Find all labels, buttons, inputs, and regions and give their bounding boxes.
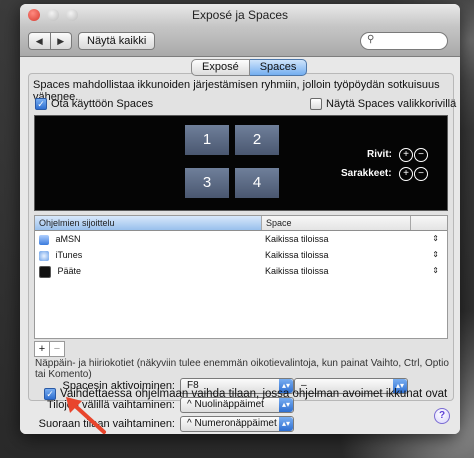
app-cell: iTunes [35, 247, 261, 263]
tab-spaces[interactable]: Spaces [249, 59, 308, 76]
enable-spaces-label: Ota käyttöön Spaces [51, 98, 154, 110]
minimize-window-button[interactable] [47, 9, 59, 21]
close-window-button[interactable] [28, 9, 40, 21]
show-in-menubar-row: Näytä Spaces valikkorivillä [310, 98, 456, 110]
amsn-icon [39, 234, 49, 245]
title-bar: Exposé ja Spaces [20, 4, 460, 26]
tab-expose[interactable]: Exposé [191, 59, 250, 76]
add-column-button[interactable]: + [399, 167, 413, 181]
show-in-menubar-label: Näytä Spaces valikkorivillä [326, 98, 457, 110]
rows-label: Rivit: [367, 149, 392, 160]
app-name: iTunes [55, 250, 83, 260]
switch-direct-label: Suoraan tilaan vaihtaminen: [38, 418, 175, 430]
table-row[interactable]: aMSN Kaikissa tiloissa ⇕ [35, 231, 447, 247]
add-app-button[interactable]: + [34, 341, 50, 357]
enable-spaces-checkbox[interactable]: ✓ [35, 98, 47, 110]
switch-between-label: Tilojen välillä vaihtaminen: [47, 399, 175, 411]
itunes-icon [39, 250, 49, 261]
space-cell[interactable]: Kaikissa tiloissa [261, 263, 409, 279]
tab-bar: Exposé Spaces [191, 59, 308, 76]
chevron-updown-icon[interactable]: ⇕ [432, 247, 439, 263]
window-title: Exposé ja Spaces [191, 8, 289, 22]
help-button[interactable]: ? [434, 408, 450, 424]
add-row-button[interactable]: + [399, 148, 413, 162]
zoom-window-button[interactable] [66, 9, 78, 21]
enable-spaces-row: ✓ Ota käyttöön Spaces [35, 98, 153, 110]
table-row[interactable]: iTunes Kaikissa tiloissa ⇕ [35, 247, 447, 263]
search-input[interactable] [379, 34, 441, 47]
column-header-space[interactable]: Space [262, 216, 411, 230]
space-cell[interactable]: Kaikissa tiloissa [261, 231, 409, 247]
space-tile[interactable]: 2 [235, 125, 279, 155]
app-cell: Pääte [35, 263, 261, 279]
table-header: Ohjelmien sijoittelu Space [35, 216, 447, 231]
pane-content: Exposé Spaces Spaces mahdollistaa ikkuno… [20, 57, 460, 434]
show-in-menubar-checkbox[interactable] [310, 98, 322, 110]
search-icon: ⚲ [367, 34, 375, 45]
spaces-preview: 1 2 3 4 Rivit: + − Sarakkeet: + − [34, 115, 448, 211]
terminal-icon [39, 265, 51, 278]
app-bindings-table: Ohjelmien sijoittelu Space aMSN Kaikissa… [34, 215, 448, 339]
chevron-updown-icon[interactable]: ⇕ [432, 263, 439, 279]
switch-to-space-checkbox[interactable]: ✓ [44, 388, 56, 400]
table-buttons: + − [34, 341, 65, 357]
back-arrow-icon[interactable]: ◀ [28, 32, 51, 50]
chevron-updown-icon: ▴▾ [279, 417, 293, 431]
show-all-button[interactable]: Näytä kaikki [78, 32, 156, 50]
preferences-window: Exposé ja Spaces ◀ ▶ Näytä kaikki ⚲ Expo… [20, 4, 460, 434]
switch-to-space-row: ✓ Vaihdettaessa ohjelmaan vaihda tilaan,… [44, 388, 447, 400]
switch-between-value: ^ Nuolinäppäimet [187, 399, 264, 410]
app-name: aMSN [55, 234, 81, 244]
forward-arrow-icon[interactable]: ▶ [50, 32, 72, 50]
chevron-updown-icon[interactable]: ⇕ [432, 231, 439, 247]
space-tile[interactable]: 1 [185, 125, 229, 155]
switch-to-space-label: Vaihdettaessa ohjelmaan vaihda tilaan, j… [60, 388, 448, 400]
columns-label: Sarakkeet: [341, 168, 392, 179]
space-tile[interactable]: 4 [235, 168, 279, 198]
space-tile[interactable]: 3 [185, 168, 229, 198]
toolbar: ◀ ▶ Näytä kaikki ⚲ [20, 26, 460, 57]
app-name: Pääte [57, 266, 82, 276]
shortcuts-section-title: Näppäin- ja hiiriokotiet (näkyviin tulee… [35, 358, 449, 380]
search-field: ⚲ [360, 32, 448, 50]
column-header-application[interactable]: Ohjelmien sijoittelu [35, 216, 262, 230]
space-cell[interactable]: Kaikissa tiloissa [261, 247, 409, 263]
switch-direct-popup[interactable]: ^ Numeronäppäimet ▴▾ [180, 416, 294, 432]
table-row[interactable]: Pääte Kaikissa tiloissa ⇕ [35, 263, 447, 279]
app-cell: aMSN [35, 231, 261, 247]
chevron-updown-icon: ▴▾ [279, 398, 293, 412]
back-forward-control: ◀ ▶ [28, 32, 72, 50]
remove-column-button[interactable]: − [414, 167, 428, 181]
switch-direct-value: ^ Numeronäppäimet [187, 418, 277, 429]
remove-app-button[interactable]: − [50, 341, 65, 357]
remove-row-button[interactable]: − [414, 148, 428, 162]
